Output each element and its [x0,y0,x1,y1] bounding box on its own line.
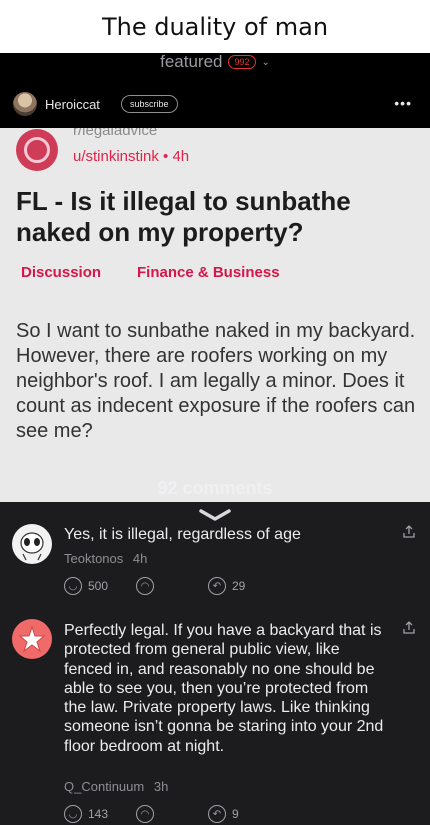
share-icon[interactable] [402,525,416,539]
post-title: FL - Is it illegal to sunbathe naked on … [16,186,351,247]
comment-meta: Teoktonos 4h [64,551,147,566]
comments-count: 92 comments [157,478,273,498]
frown-icon: ◠ [136,805,154,823]
share-icon[interactable] [402,621,416,635]
comment-time: 3h [153,779,169,794]
comment-text: Perfectly legal. If you have a backyard … [64,622,384,755]
comment-author[interactable]: Q_Continuum [64,779,144,794]
expand-chevron-icon[interactable] [197,508,233,524]
comment-author[interactable]: Teoktonos [64,551,123,566]
subreddit-icon [16,129,58,171]
meme-caption: The duality of man [0,0,430,53]
reply-button[interactable]: ↶ 29 [208,577,245,595]
comment-time: 4h [132,551,148,566]
avatar[interactable] [12,524,52,564]
avatar[interactable] [13,92,37,116]
featured-count-badge: 992 [228,55,256,69]
post-author-time: u/stinkinstink • 4h [73,148,190,165]
post-screenshot[interactable]: r/legaladvice u/stinkinstink • 4h FL - I… [0,128,430,502]
upvote-count: 500 [88,579,109,593]
avatar[interactable] [12,619,52,659]
frown-icon: ◠ [136,577,154,595]
smile-icon: ◡ [64,577,82,595]
comment-meta: Q_Continuum 3h [64,779,168,794]
poster-bar: Heroiccat subscribe ••• [0,73,430,128]
smile-icon: ◡ [64,805,82,823]
flair-finance-business: Finance & Business [137,264,280,281]
chevron-down-icon[interactable]: ⌄ [262,57,270,68]
downvote-button[interactable]: ◠ [136,805,154,823]
subscribe-button[interactable]: subscribe [121,95,178,113]
comment-text: Yes, it is illegal, regardless of age [64,526,301,543]
reply-count: 29 [232,579,246,593]
reply-count: 9 [232,807,239,821]
featured-label: featured [160,53,223,71]
reply-icon: ↶ [208,805,226,823]
subreddit-name: r/legaladvice [73,128,158,139]
reply-button[interactable]: ↶ 9 [208,805,239,823]
upvote-button[interactable]: ◡ 500 [64,577,108,595]
app-screen: featured 992 ⌄ Heroiccat subscribe ••• r… [0,53,430,825]
downvote-button[interactable]: ◠ [136,577,154,595]
reply-icon: ↶ [208,577,226,595]
more-options-icon[interactable]: ••• [394,95,412,111]
featured-header[interactable]: featured 992 ⌄ [0,53,430,73]
post-body: So I want to sunbathe naked in my backya… [16,320,416,442]
upvote-button[interactable]: ◡ 143 [64,805,108,823]
upvote-count: 143 [88,807,109,821]
poster-username[interactable]: Heroiccat [45,97,100,112]
flair-discussion: Discussion [21,264,102,281]
